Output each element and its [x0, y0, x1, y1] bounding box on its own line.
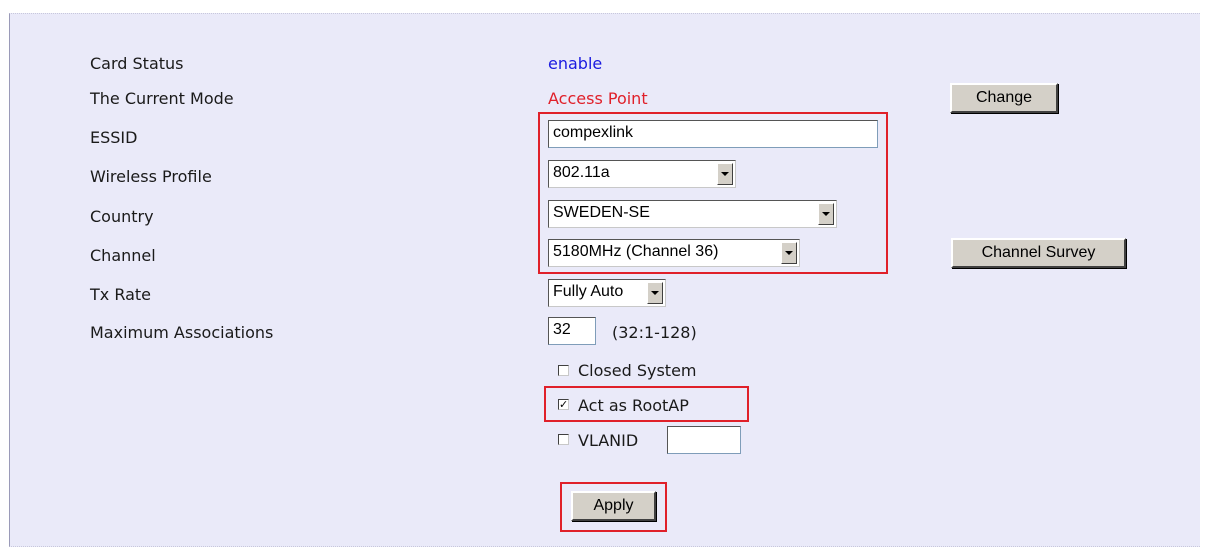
- tx-rate-label: Tx Rate: [90, 285, 152, 304]
- wireless-settings-panel: Card Status The Current Mode ESSID Wirel…: [9, 13, 1200, 547]
- highlight-box-apply: [560, 482, 667, 532]
- max-associations-hint: (32:1-128): [612, 323, 697, 342]
- card-status-value: enable: [548, 54, 603, 73]
- vlanid-checkbox[interactable]: [558, 434, 569, 445]
- max-associations-label: Maximum Associations: [90, 323, 274, 342]
- card-status-label: Card Status: [90, 54, 184, 73]
- channel-survey-button[interactable]: Channel Survey: [951, 238, 1126, 268]
- change-button[interactable]: Change: [950, 83, 1058, 113]
- closed-system-checkbox[interactable]: [558, 365, 569, 376]
- current-mode-label: The Current Mode: [90, 89, 234, 108]
- highlight-box-wireless: [538, 112, 888, 274]
- channel-label: Channel: [90, 246, 156, 265]
- chevron-down-icon[interactable]: [647, 282, 663, 304]
- tx-rate-select[interactable]: Fully Auto: [548, 279, 666, 307]
- max-associations-input[interactable]: 32: [548, 317, 596, 345]
- country-label: Country: [90, 207, 154, 226]
- closed-system-label: Closed System: [578, 361, 697, 380]
- tx-rate-value: Fully Auto: [553, 283, 624, 300]
- current-mode-value: Access Point: [548, 89, 648, 108]
- vlanid-input[interactable]: [667, 426, 741, 454]
- essid-label: ESSID: [90, 128, 138, 147]
- wireless-profile-label: Wireless Profile: [90, 167, 212, 186]
- vlanid-label: VLANID: [578, 431, 639, 450]
- highlight-box-rootap: [544, 386, 749, 422]
